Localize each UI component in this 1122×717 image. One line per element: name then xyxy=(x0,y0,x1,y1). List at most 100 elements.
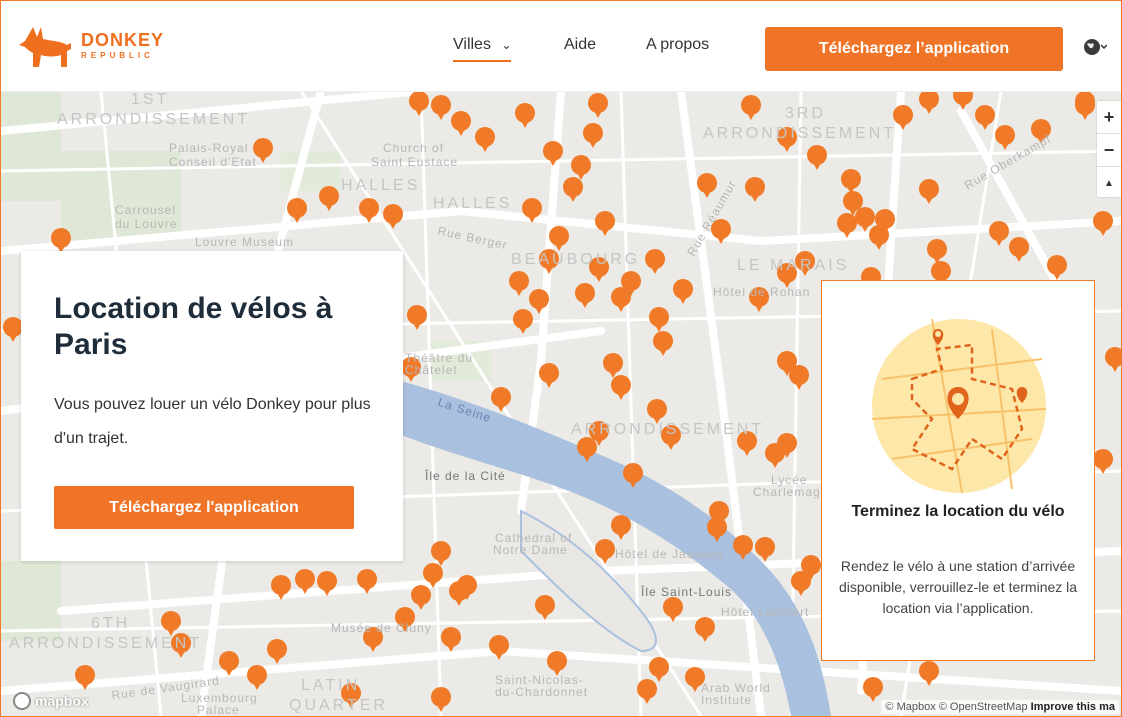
download-app-button[interactable]: Téléchargez l’application xyxy=(765,27,1063,71)
station-marker[interactable] xyxy=(741,95,761,120)
station-marker[interactable] xyxy=(1105,347,1121,372)
page-frame: DONKEY REPUBLIC Villes ⌄ Aide A propos T… xyxy=(0,0,1122,717)
map-label: 1ST xyxy=(131,91,170,108)
station-marker[interactable] xyxy=(841,169,861,194)
hero-download-button[interactable]: Téléchargez l'application xyxy=(54,486,354,529)
station-marker[interactable] xyxy=(3,317,23,342)
station-marker[interactable] xyxy=(611,375,631,400)
map-label: Île de la Cité xyxy=(425,469,506,483)
station-marker[interactable] xyxy=(869,225,889,250)
map-label: Hôtel de Jassaud xyxy=(615,547,724,561)
map-label: Hôtel Lambert xyxy=(721,605,810,619)
map-label: Palais-Royal xyxy=(169,141,249,155)
map-label: ARRONDISSEMENT xyxy=(9,635,203,652)
station-marker[interactable] xyxy=(863,677,883,702)
nav-villes[interactable]: Villes ⌄ xyxy=(453,36,512,62)
station-marker[interactable] xyxy=(697,173,717,198)
station-marker[interactable] xyxy=(1093,211,1113,236)
station-marker[interactable] xyxy=(588,93,608,118)
map-label: QUARTER xyxy=(289,697,388,714)
station-marker[interactable] xyxy=(491,387,511,412)
route-map-icon xyxy=(871,318,1047,494)
station-marker[interactable] xyxy=(319,186,339,211)
nav-a-propos[interactable]: A propos xyxy=(646,36,709,54)
station-marker[interactable] xyxy=(515,103,535,128)
map-label: 3RD xyxy=(785,105,827,122)
station-marker[interactable] xyxy=(513,309,533,334)
station-marker[interactable] xyxy=(509,271,529,296)
station-marker[interactable] xyxy=(161,611,181,636)
station-marker[interactable] xyxy=(407,305,427,330)
station-marker[interactable] xyxy=(989,221,1009,246)
station-marker[interactable] xyxy=(411,585,431,610)
station-marker[interactable] xyxy=(807,145,827,170)
station-marker[interactable] xyxy=(431,95,451,120)
map-attribution: © Mapbox © OpenStreetMap Improve this ma xyxy=(881,700,1119,714)
station-marker[interactable] xyxy=(247,665,267,690)
map-label: Louvre Museum xyxy=(195,235,295,249)
station-marker[interactable] xyxy=(475,127,495,152)
zoom-in-button[interactable]: + xyxy=(1097,101,1121,133)
station-marker[interactable] xyxy=(653,331,673,356)
station-marker[interactable] xyxy=(595,539,615,564)
attribution-text[interactable]: © Mapbox © OpenStreetMap xyxy=(885,701,1027,713)
map-label: du Louvre xyxy=(115,217,178,231)
station-marker[interactable] xyxy=(645,249,665,274)
mapbox-wordmark: mapbox xyxy=(35,693,89,709)
map-label: Church of xyxy=(383,141,445,155)
map-label: LE MARAIS xyxy=(737,257,850,274)
station-marker[interactable] xyxy=(409,91,429,116)
station-marker[interactable] xyxy=(595,211,615,236)
station-marker[interactable] xyxy=(611,515,631,540)
zoom-out-button[interactable]: − xyxy=(1097,133,1121,166)
station-marker[interactable] xyxy=(789,365,809,390)
globe-icon xyxy=(1084,39,1108,55)
station-marker[interactable] xyxy=(441,627,461,652)
brand-sub: REPUBLIC xyxy=(81,51,154,60)
brand-logo[interactable]: DONKEY REPUBLIC xyxy=(17,23,177,71)
station-marker[interactable] xyxy=(431,541,451,566)
map-label: Châtelet xyxy=(405,363,458,377)
station-marker[interactable] xyxy=(927,239,947,264)
mapbox-logo[interactable]: mapbox xyxy=(13,692,89,710)
station-marker[interactable] xyxy=(673,279,693,304)
map-label: 6TH xyxy=(91,615,131,632)
hero-body: Vous pouvez louer un vélo Donkey pour pl… xyxy=(54,396,371,447)
nav-aide[interactable]: Aide xyxy=(564,36,596,54)
station-marker[interactable] xyxy=(953,91,973,110)
map-label: HALLES xyxy=(341,177,421,194)
top-navigation: DONKEY REPUBLIC Villes ⌄ Aide A propos T… xyxy=(1,1,1121,92)
station-marker[interactable] xyxy=(1009,237,1029,262)
map-label: BEAUBOURG xyxy=(511,251,641,268)
station-marker[interactable] xyxy=(539,363,559,388)
station-marker[interactable] xyxy=(431,687,451,712)
station-marker[interactable] xyxy=(649,307,669,332)
station-marker[interactable] xyxy=(695,617,715,642)
improve-map-link[interactable]: Improve this ma xyxy=(1031,701,1115,713)
map-label: Saint Eustace xyxy=(371,155,459,169)
station-marker[interactable] xyxy=(995,125,1015,150)
compass-button[interactable]: ▲ xyxy=(1097,166,1121,199)
station-marker[interactable] xyxy=(649,657,669,682)
station-marker[interactable] xyxy=(563,177,583,202)
end-rental-description: Rendez le vélo à une station d’arrivée d… xyxy=(838,558,1078,616)
station-marker[interactable] xyxy=(745,177,765,202)
station-marker[interactable] xyxy=(1075,91,1095,116)
brand-wordmark: DONKEY REPUBLIC xyxy=(81,31,164,60)
station-marker[interactable] xyxy=(489,635,509,660)
station-marker[interactable] xyxy=(603,353,623,378)
language-selector[interactable] xyxy=(1083,37,1108,57)
station-marker[interactable] xyxy=(451,111,471,136)
station-marker[interactable] xyxy=(919,91,939,114)
end-rental-title: Terminez la location du vélo xyxy=(851,503,1065,520)
station-marker[interactable] xyxy=(535,595,555,620)
chevron-down-icon: ⌄ xyxy=(501,38,512,52)
map-label: ARRONDISSEMENT xyxy=(571,421,765,438)
station-marker[interactable] xyxy=(975,105,995,130)
station-marker[interactable] xyxy=(583,123,603,148)
station-marker[interactable] xyxy=(571,155,591,180)
station-marker[interactable] xyxy=(919,179,939,204)
map-zoom-controls: + − ▲ xyxy=(1097,101,1121,197)
station-marker[interactable] xyxy=(575,283,595,308)
station-marker[interactable] xyxy=(267,639,287,664)
